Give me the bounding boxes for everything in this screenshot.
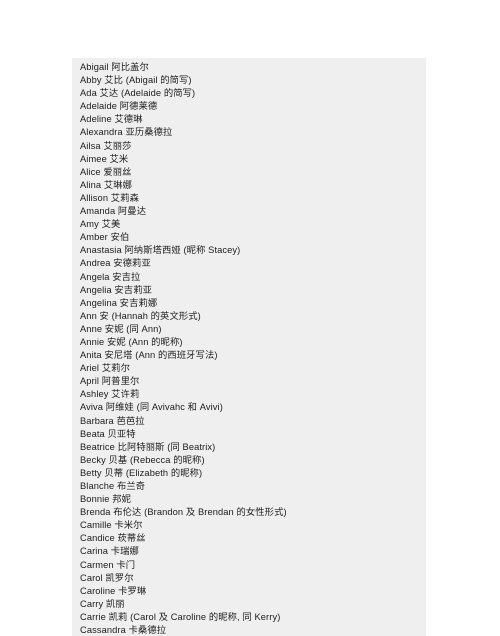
list-item: Andrea 安德莉亚 (80, 258, 151, 269)
list-item: Cassandra 卡桑德拉 (80, 625, 167, 636)
list-item: Angelina 安吉莉娜 (80, 297, 158, 308)
list-item: Beatrice 比阿特丽斯 (同 Beatrix) (80, 441, 216, 452)
list-item: Amy 艾美 (80, 219, 121, 230)
name-list: Abigail 阿比盖尔 Abby 艾比 (Abigail 的简写) Ada 艾达 … (72, 58, 426, 636)
list-item: Alexandra 亚历桑德拉 (80, 127, 173, 138)
list-item: Ann 安 (Hannah 的英文形式) (80, 310, 201, 321)
list-item: Beata 贝亚特 (80, 428, 136, 439)
list-item: Carry 凯丽 (80, 598, 125, 609)
list-item: Ashley 艾许莉 (80, 389, 140, 400)
list-item: Amanda 阿曼达 (80, 206, 147, 217)
list-item: Carina 卡瑞娜 (80, 546, 139, 557)
name-list-content-block: Abigail 阿比盖尔 Abby 艾比 (Abigail 的简写) Ada 艾达 … (72, 58, 426, 636)
list-item: Alina 艾琳娜 (80, 179, 133, 190)
list-item: April 阿普里尔 (80, 376, 140, 387)
list-item: Blanche 布兰奇 (80, 481, 146, 491)
list-item: Angela 安吉拉 (80, 271, 141, 282)
list-item: Bonnie 邦妮 (80, 494, 132, 505)
list-item: Alice 爱丽丝 (80, 166, 132, 177)
list-item: Adelaide 阿德莱德 (80, 101, 158, 112)
list-item: Allison 艾莉森 (80, 192, 139, 203)
list-item: Caroline 卡罗琳 (80, 585, 147, 596)
list-item: Anita 安尼塔 (Ann 的西班牙写法) (80, 350, 218, 361)
list-item: Ada 艾达 (Adelaide 的简写) (80, 88, 196, 99)
list-item: Annie 安妮 (Ann 的昵称) (80, 336, 183, 347)
list-item: Brenda 布伦达 (Brandon 及 Brendan 的女性形式) (80, 507, 287, 518)
list-item: Carmen 卡门 (80, 559, 136, 570)
list-item: Camille 卡米尔 (80, 520, 143, 531)
list-item: Ariel 艾莉尔 (80, 363, 130, 374)
list-item: Anastasia 阿纳斯塔西娅 (昵称 Stacey) (80, 245, 241, 256)
list-item: Adeline 艾德琳 (80, 114, 143, 125)
page-root: Abigail 阿比盖尔 Abby 艾比 (Abigail 的简写) Ada 艾达 … (0, 0, 500, 636)
list-item: Carol 凯罗尔 (80, 572, 134, 583)
list-item: Becky 贝基 (Rebecca 的昵称) (80, 454, 205, 465)
list-item: Carrie 凯莉 (Carol 及 Caroline 的昵称, 同 Kerry… (80, 611, 281, 622)
list-item: Candice 莰蒂丝 (80, 533, 146, 544)
list-item: Amber 安伯 (80, 232, 130, 243)
list-item: Abby 艾比 (Abigail 的简写) (80, 75, 192, 86)
list-item: Anne 安妮 (同 Ann) (80, 323, 162, 334)
list-item: Betty 贝蒂 (Elizabeth 的昵称) (80, 467, 203, 478)
list-item: Barbara 芭芭拉 (80, 415, 145, 426)
list-item: Ailsa 艾丽莎 (80, 140, 132, 151)
list-item: Aviva 阿维娃 (同 Avivahc 和 Avivi) (80, 402, 223, 413)
list-item: Angelia 安吉莉亚 (80, 284, 152, 295)
list-item: Abigail 阿比盖尔 (80, 62, 149, 72)
list-item: Aimee 艾米 (80, 153, 129, 164)
